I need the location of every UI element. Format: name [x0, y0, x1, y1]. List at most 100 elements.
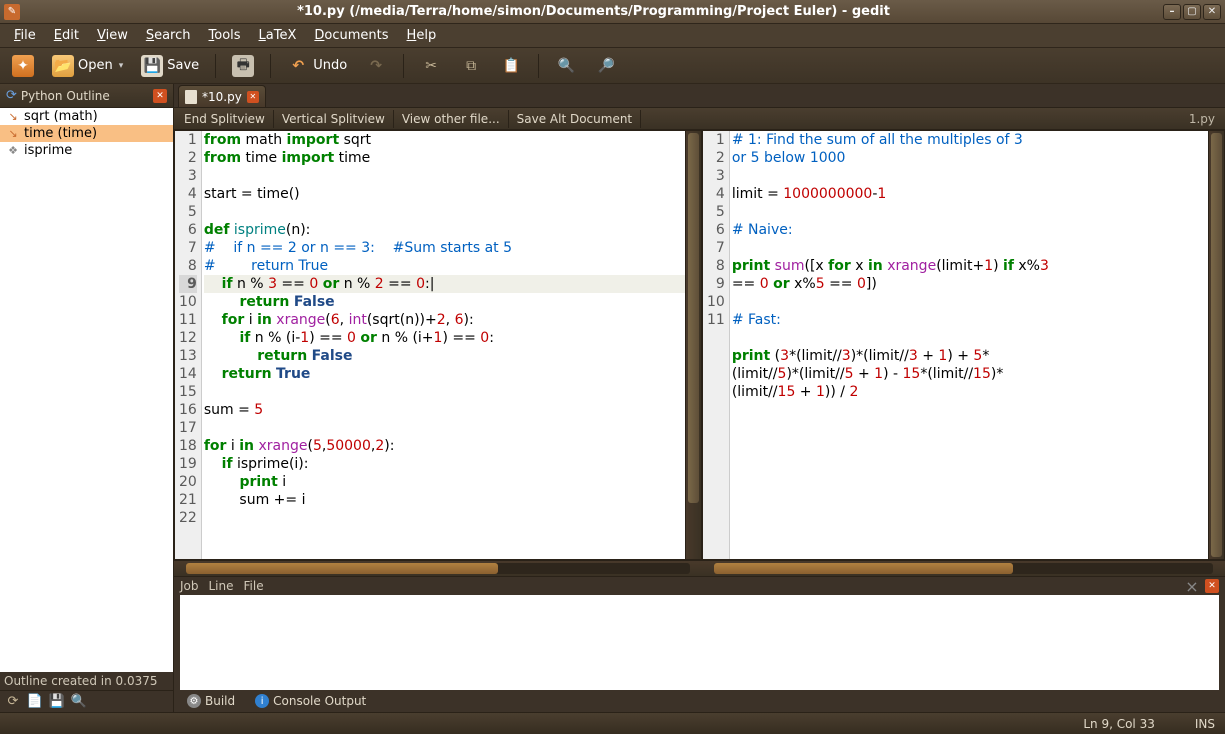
outline-item-label: time (time) — [24, 126, 97, 141]
editor-left[interactable]: 12345678910111213141516171819202122 from… — [174, 130, 702, 560]
bottom-panel-close-1[interactable]: × — [1185, 579, 1199, 593]
menu-documents[interactable]: Documents — [306, 26, 396, 45]
vscrollbar-right[interactable] — [1208, 131, 1224, 559]
open-button[interactable]: 📂 Open ▾ — [46, 52, 129, 80]
bottom-panel: Job Line File × ✕ ⚙ Build i Console Outp… — [174, 576, 1225, 712]
sidebar-bottom-icons: ⟳ 📄 💾 🔍 — [0, 690, 173, 712]
main-area: ⟳ Python Outline ✕ ↘sqrt (math)↘time (ti… — [0, 84, 1225, 712]
tab-close-button[interactable]: ✕ — [247, 91, 259, 103]
sidebar-status-text: Outline created in 0.0375 — [0, 672, 173, 690]
hscrollbar-left[interactable] — [174, 560, 702, 576]
menubar: File Edit View Search Tools LaTeX Docume… — [0, 24, 1225, 48]
folder-open-icon: 📂 — [52, 55, 74, 77]
find-replace-button[interactable]: 🔎 — [589, 52, 623, 80]
bottom-content[interactable] — [180, 595, 1219, 690]
end-splitview-button[interactable]: End Splitview — [176, 110, 274, 128]
view-other-file-button[interactable]: View other file... — [394, 110, 509, 128]
window-title: *10.py (/media/Terra/home/simon/Document… — [24, 4, 1163, 19]
paste-icon: 📋 — [500, 55, 522, 77]
gutter-left: 12345678910111213141516171819202122 — [175, 131, 202, 559]
insert-mode: INS — [1195, 717, 1215, 731]
sidebar: ⟳ Python Outline ✕ ↘sqrt (math)↘time (ti… — [0, 84, 174, 712]
cut-icon: ✂ — [420, 55, 442, 77]
sidebar-refresh-icon[interactable]: ⟳ — [4, 693, 22, 711]
build-icon: ⚙ — [187, 694, 201, 708]
sidebar-doc-icon[interactable]: 📄 — [26, 693, 44, 711]
split-editors: 12345678910111213141516171819202122 from… — [174, 130, 1225, 576]
outline-item[interactable]: ↘sqrt (math) — [0, 108, 173, 125]
outline-item[interactable]: ❖ isprime — [0, 142, 173, 159]
statusbar: Ln 9, Col 33 INS — [0, 712, 1225, 734]
undo-button[interactable]: ↶ Undo — [281, 52, 353, 80]
gutter-right: 1234567891011 — [703, 131, 730, 559]
code-right[interactable]: # 1: Find the sum of all the multiples o… — [730, 131, 1208, 559]
print-button[interactable]: 🖶 — [226, 52, 260, 80]
vscrollbar-left[interactable] — [685, 131, 701, 559]
outline-item-icon: ↘ — [6, 110, 20, 124]
tab-10py[interactable]: *10.py ✕ — [178, 85, 266, 107]
menu-edit[interactable]: Edit — [46, 26, 87, 45]
hscrollbar-right[interactable] — [702, 560, 1225, 576]
sidebar-find-icon[interactable]: 🔍 — [70, 693, 88, 711]
new-file-icon: ✦ — [12, 55, 34, 77]
editor-area: *10.py ✕ End Splitview Vertical Splitvie… — [174, 84, 1225, 712]
close-window-button[interactable]: ✕ — [1203, 4, 1221, 20]
search-replace-icon: 🔎 — [595, 55, 617, 77]
menu-view[interactable]: View — [89, 26, 136, 45]
separator — [215, 54, 216, 78]
new-file-button[interactable]: ✦ — [6, 52, 40, 80]
editor-right-pane: 1234567891011 # 1: Find the sum of all t… — [702, 130, 1225, 576]
bottom-tab-build[interactable]: ⚙ Build — [178, 691, 244, 711]
app-icon: ✎ — [4, 4, 20, 20]
document-icon — [185, 90, 197, 104]
tab-label: *10.py — [202, 90, 242, 104]
save-button[interactable]: 💾 Save — [135, 52, 205, 80]
copy-button[interactable]: ⧉ — [454, 52, 488, 80]
bottom-tabs: ⚙ Build i Console Output — [174, 690, 1225, 712]
minimize-button[interactable]: – — [1163, 4, 1181, 20]
bottom-panel-close-2[interactable]: ✕ — [1205, 579, 1219, 593]
sidebar-title: Python Outline — [21, 89, 110, 103]
undo-icon: ↶ — [287, 55, 309, 77]
build-label: Build — [205, 694, 235, 708]
titlebar: ✎ *10.py (/media/Terra/home/simon/Docume… — [0, 0, 1225, 24]
maximize-button[interactable]: ▢ — [1183, 4, 1201, 20]
splitview-toolbar: End Splitview Vertical Splitview View ot… — [174, 108, 1225, 130]
editor-left-pane: 12345678910111213141516171819202122 from… — [174, 130, 702, 576]
menu-help[interactable]: Help — [399, 26, 445, 45]
refresh-icon[interactable]: ⟳ — [6, 88, 17, 103]
save-label: Save — [167, 58, 199, 73]
print-icon: 🖶 — [232, 55, 254, 77]
cut-button[interactable]: ✂ — [414, 52, 448, 80]
bottom-headers: Job Line File × ✕ — [174, 577, 1225, 595]
undo-label: Undo — [313, 58, 347, 73]
outline-item-icon: ❖ — [6, 144, 20, 158]
search-icon: 🔍 — [555, 55, 577, 77]
info-icon: i — [255, 694, 269, 708]
bottom-tab-console[interactable]: i Console Output — [246, 691, 375, 711]
vertical-splitview-button[interactable]: Vertical Splitview — [274, 110, 394, 128]
copy-icon: ⧉ — [460, 55, 482, 77]
save-icon: 💾 — [141, 55, 163, 77]
outline-tree[interactable]: ↘sqrt (math)↘time (time)❖isprime — [0, 108, 173, 672]
redo-button[interactable]: ↷ — [359, 52, 393, 80]
separator — [403, 54, 404, 78]
find-button[interactable]: 🔍 — [549, 52, 583, 80]
sidebar-close-button[interactable]: ✕ — [153, 89, 167, 103]
menu-search[interactable]: Search — [138, 26, 199, 45]
menu-tools[interactable]: Tools — [201, 26, 249, 45]
separator — [270, 54, 271, 78]
paste-button[interactable]: 📋 — [494, 52, 528, 80]
menu-file[interactable]: File — [6, 26, 44, 45]
sidebar-header: ⟳ Python Outline ✕ — [0, 84, 173, 108]
outline-item-label: isprime — [24, 143, 72, 158]
sidebar-save-icon[interactable]: 💾 — [48, 693, 66, 711]
menu-latex[interactable]: LaTeX — [251, 26, 305, 45]
editor-right[interactable]: 1234567891011 # 1: Find the sum of all t… — [702, 130, 1225, 560]
code-left[interactable]: from math import sqrtfrom time import ti… — [202, 131, 685, 559]
console-label: Console Output — [273, 694, 366, 708]
chevron-down-icon: ▾ — [119, 61, 124, 71]
outline-item[interactable]: ↘time (time) — [0, 125, 173, 142]
cursor-position: Ln 9, Col 33 — [1083, 717, 1155, 731]
save-alt-document-button[interactable]: Save Alt Document — [509, 110, 642, 128]
